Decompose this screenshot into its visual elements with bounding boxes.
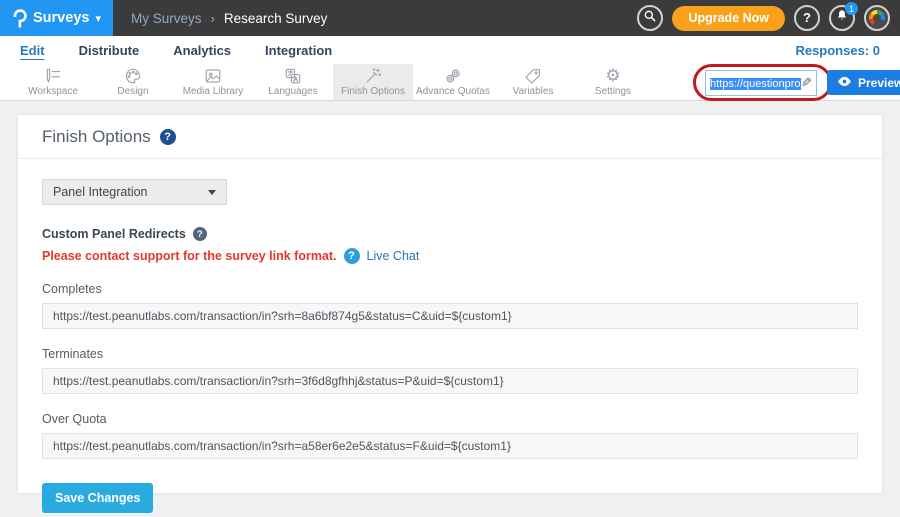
edit-toolbar: Workspace Design Media Library Languages… (0, 64, 900, 101)
tab-analytics[interactable]: Analytics (173, 43, 231, 58)
finish-options-card: Finish Options Panel Integration Custom … (18, 115, 882, 493)
over-quota-url-input[interactable]: https://test.peanutlabs.com/transaction/… (42, 433, 858, 459)
terminates-url-input[interactable]: https://test.peanutlabs.com/transaction/… (42, 368, 858, 394)
toolbar-tab-label: Media Library (183, 86, 244, 97)
redirect-field-over-quota: Over Quota https://test.peanutlabs.com/t… (42, 412, 858, 459)
toolbar-tab-advance-quotas[interactable]: Advance Quotas (413, 64, 493, 100)
toolbar-tab-label: Settings (595, 86, 631, 97)
help-button[interactable] (794, 5, 820, 31)
topbar-actions: Upgrade Now 1 (637, 5, 890, 31)
redirect-field-terminates: Terminates https://test.peanutlabs.com/t… (42, 347, 858, 394)
edit-url-pencil-icon[interactable] (801, 74, 812, 92)
live-chat-help-icon[interactable] (344, 248, 360, 264)
toolbar-tab-label: Advance Quotas (416, 86, 490, 97)
palette-icon (124, 67, 142, 84)
dropdown-selected-value: Panel Integration (53, 185, 148, 199)
gear-icon (605, 67, 620, 84)
toolbar-tab-label: Design (117, 86, 148, 97)
page-title-help-icon[interactable] (160, 129, 176, 145)
notifications-button[interactable]: 1 (829, 5, 855, 31)
toolbar-tab-label: Workspace (28, 86, 78, 97)
avatar-logo-icon (869, 10, 885, 26)
toolbar-tab-design[interactable]: Design (93, 64, 173, 100)
url-selected-text: https://questionpro.com/t/A (710, 78, 801, 90)
survey-url-input[interactable]: https://questionpro.com/t/A (705, 70, 817, 96)
chevron-down-icon (95, 9, 101, 27)
survey-url-text: https://questionpro.com/t/A (710, 74, 801, 92)
field-label: Over Quota (42, 412, 858, 426)
search-button[interactable] (637, 5, 663, 31)
chain-links-icon (444, 67, 462, 84)
translate-icon (284, 67, 302, 84)
notification-badge: 1 (845, 2, 858, 15)
toolbar-tab-media-library[interactable]: Media Library (173, 64, 253, 100)
upgrade-now-label: Upgrade Now (688, 11, 769, 25)
responses-count: Responses: 0 (795, 43, 880, 58)
section-heading-row: Custom Panel Redirects (42, 227, 858, 241)
survey-nav-tabs: Edit Distribute Analytics Integration Re… (0, 36, 900, 64)
save-changes-label: Save Changes (55, 491, 140, 505)
eye-icon (837, 76, 852, 90)
toolbar-tab-label: Variables (513, 86, 554, 97)
magic-wand-icon (364, 67, 382, 84)
page-title: Finish Options (42, 127, 151, 147)
user-avatar[interactable] (864, 5, 890, 31)
support-note-text: Please contact support for the survey li… (42, 249, 337, 263)
question-icon (803, 9, 811, 27)
tab-integration[interactable]: Integration (265, 43, 332, 58)
completes-url-input[interactable]: https://test.peanutlabs.com/transaction/… (42, 303, 858, 329)
tab-edit[interactable]: Edit (20, 43, 45, 58)
breadcrumb: My Surveys Research Survey (131, 11, 327, 26)
toolbar-tab-label: Languages (268, 86, 318, 97)
live-chat-link[interactable]: Live Chat (367, 249, 420, 263)
section-heading: Custom Panel Redirects (42, 227, 186, 241)
preview-button[interactable]: Preview (827, 70, 900, 95)
toolbar-tab-settings[interactable]: Settings (573, 64, 653, 100)
support-note-row: Please contact support for the survey li… (42, 248, 858, 264)
field-label: Completes (42, 282, 858, 296)
page-area: Finish Options Panel Integration Custom … (0, 101, 900, 517)
toolbar-tab-label: Finish Options (341, 86, 405, 97)
toolbar-tab-workspace[interactable]: Workspace (13, 64, 93, 100)
workspace-icon (44, 67, 62, 84)
breadcrumb-current: Research Survey (224, 11, 328, 26)
top-bar: Surveys My Surveys Research Survey Upgra… (0, 0, 900, 36)
tab-distribute[interactable]: Distribute (79, 43, 140, 58)
panel-type-dropdown[interactable]: Panel Integration (42, 179, 227, 205)
save-changes-button[interactable]: Save Changes (42, 483, 153, 513)
tag-icon (524, 67, 542, 84)
search-icon (643, 9, 657, 28)
toolbar-tab-finish-options[interactable]: Finish Options (333, 64, 413, 100)
section-help-icon[interactable] (193, 227, 207, 241)
questionpro-logo-icon (12, 8, 27, 28)
dropdown-caret-icon (208, 190, 216, 195)
breadcrumb-separator-icon (211, 11, 215, 26)
card-body: Panel Integration Custom Panel Redirects… (18, 159, 882, 517)
redirect-field-completes: Completes https://test.peanutlabs.com/tr… (42, 282, 858, 329)
product-name: Surveys (33, 10, 89, 26)
breadcrumb-parent[interactable]: My Surveys (131, 11, 202, 26)
card-header: Finish Options (18, 115, 882, 159)
toolbar-tab-variables[interactable]: Variables (493, 64, 573, 100)
upgrade-now-button[interactable]: Upgrade Now (672, 6, 785, 31)
product-switcher[interactable]: Surveys (0, 0, 113, 36)
field-label: Terminates (42, 347, 858, 361)
preview-label: Preview (858, 76, 900, 90)
toolbar-tab-languages[interactable]: Languages (253, 64, 333, 100)
image-icon (204, 67, 222, 84)
